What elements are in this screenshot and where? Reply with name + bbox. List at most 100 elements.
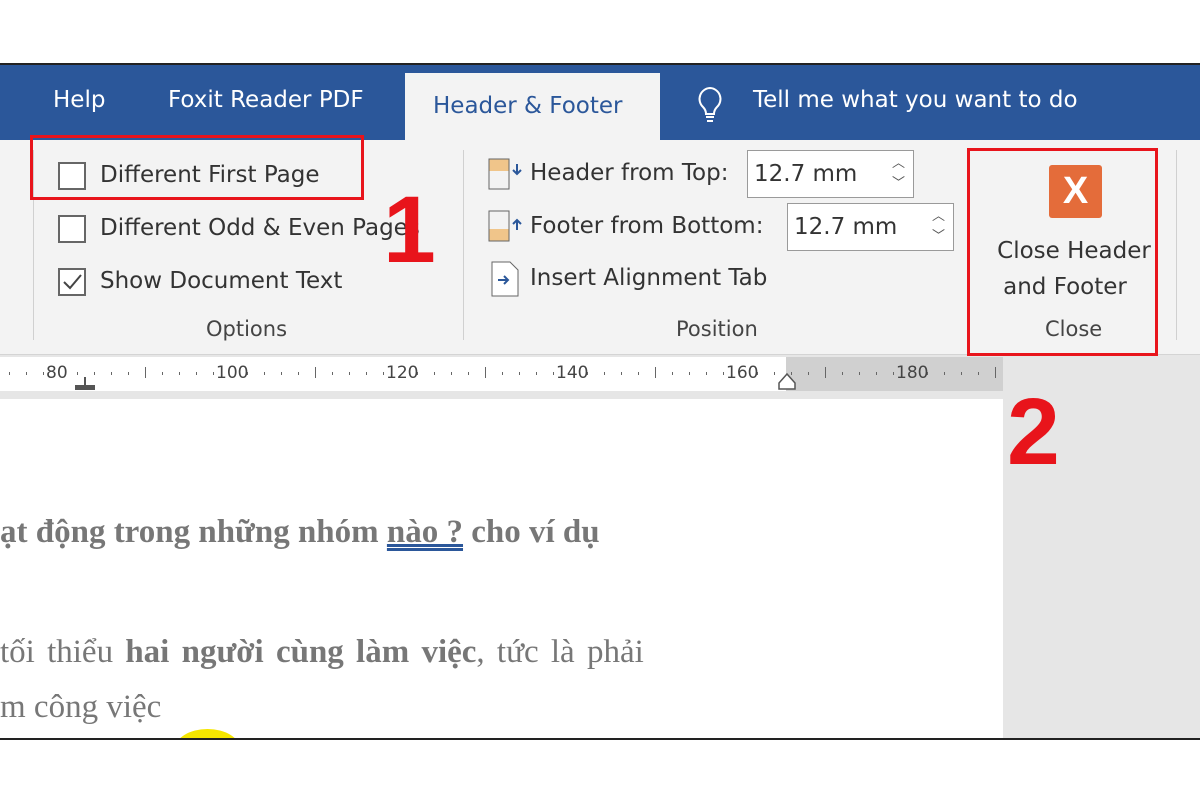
ruler-label: 100 <box>216 363 249 383</box>
header-from-top-label: Header from Top: <box>530 160 729 186</box>
highlight-box-step1 <box>30 135 364 200</box>
ruler-tick <box>978 372 979 375</box>
ruler-tick <box>876 372 877 375</box>
tab-help[interactable]: Help <box>53 87 105 113</box>
right-indent-marker[interactable] <box>777 373 797 391</box>
footer-from-bottom-spinner[interactable]: 12.7 mm ︿ ﹀ <box>787 203 954 251</box>
ruler-label: 80 <box>46 363 68 383</box>
ruler-tick <box>553 372 554 375</box>
ruler-tick <box>706 372 707 375</box>
text-run-bold: hai người cùng làm việc <box>125 634 477 670</box>
ruler-tick <box>519 372 520 375</box>
ruler-tick <box>111 372 112 375</box>
tab-foxit-reader-pdf[interactable]: Foxit Reader PDF <box>168 87 364 113</box>
ruler-label: 120 <box>386 363 419 383</box>
ruler-tick <box>9 372 10 375</box>
ruler-tick <box>213 372 214 375</box>
checkmark-icon <box>63 274 82 290</box>
ruler-tick <box>604 372 605 375</box>
different-odd-even-label[interactable]: Different Odd & Even Pages <box>100 215 420 241</box>
footer-from-bottom-icon <box>488 210 522 242</box>
ruler-tick <box>774 372 775 375</box>
ruler-tick <box>298 372 299 375</box>
ruler-tick <box>723 372 724 375</box>
annotation-step-2: 2 <box>1007 379 1060 485</box>
ruler-tick <box>94 372 95 375</box>
ruler-tick <box>621 372 622 375</box>
ruler-tick <box>162 372 163 375</box>
ruler-tick <box>264 372 265 375</box>
document-line-2: tối thiểu hai người cùng làm việc, tức l… <box>0 634 644 671</box>
ruler-tick <box>689 372 690 375</box>
ruler-tick <box>655 367 656 378</box>
ruler-tick <box>281 372 282 375</box>
ruler-tick <box>536 372 537 375</box>
highlight-box-step2 <box>967 148 1158 356</box>
ruler-tick <box>961 372 962 375</box>
ruler-tick <box>383 372 384 375</box>
spin-up-icon[interactable]: ︿ <box>932 210 945 224</box>
text-run: ạt động trong những nhóm <box>0 514 387 550</box>
footer-from-bottom-value[interactable]: 12.7 mm <box>794 214 897 240</box>
text-run: tối thiểu <box>0 634 126 670</box>
ruler-tick <box>672 372 673 375</box>
ribbon-tab-bar: Help Foxit Reader PDF Header & Footer Te… <box>0 65 1200 143</box>
spin-up-icon[interactable]: ︿ <box>892 157 905 171</box>
ruler-tick <box>434 372 435 375</box>
ruler-tick <box>485 367 486 378</box>
tell-me-search[interactable]: Tell me what you want to do <box>753 87 1078 113</box>
ruler-tick <box>77 372 78 375</box>
ruler-tick <box>825 367 826 378</box>
ruler-tick <box>179 372 180 375</box>
header-from-top-icon <box>488 158 522 190</box>
horizontal-ruler[interactable]: 80 100 120 140 160 180 <box>0 357 1003 391</box>
group-label-options: Options <box>206 317 288 341</box>
tab-header-footer[interactable]: Header & Footer <box>405 73 660 143</box>
ruler-tick <box>366 372 367 375</box>
divider <box>1176 150 1177 340</box>
annotation-step-1: 1 <box>383 177 436 283</box>
ruler-label: 160 <box>726 363 759 383</box>
ruler-tick <box>842 372 843 375</box>
document-line-3: m công việc <box>0 689 162 725</box>
ruler-tick <box>995 367 996 378</box>
footer-from-bottom-label: Footer from Bottom: <box>530 213 764 239</box>
ruler-label: 140 <box>556 363 589 383</box>
group-label-position: Position <box>676 317 758 341</box>
insert-alignment-tab-icon <box>491 261 519 297</box>
ruler-tick <box>43 372 44 375</box>
ruler-tick <box>944 372 945 375</box>
ruler-label: 180 <box>896 363 929 383</box>
ruler-tick <box>468 372 469 375</box>
ruler-tick <box>128 372 129 375</box>
show-document-text-label[interactable]: Show Document Text <box>100 268 342 294</box>
header-from-top-spinner[interactable]: 12.7 mm ︿ ﹀ <box>747 150 914 198</box>
ruler-tick <box>349 372 350 375</box>
ruler-tick <box>502 372 503 375</box>
document-page[interactable]: ạt động trong những nhóm nào ? cho ví dụ… <box>0 399 1003 738</box>
text-run: cho ví dụ <box>463 514 600 550</box>
ruler-tick <box>145 367 146 378</box>
lightbulb-icon <box>698 86 722 122</box>
ruler-tick <box>808 372 809 375</box>
ruler-tick <box>315 367 316 378</box>
spin-down-icon[interactable]: ﹀ <box>932 230 945 244</box>
spin-down-icon[interactable]: ﹀ <box>892 177 905 191</box>
ruler-tick <box>859 372 860 375</box>
ruler-tick <box>196 372 197 375</box>
ruler-tick <box>26 372 27 375</box>
text-run-underlined: nào ? <box>386 514 464 550</box>
tab-stop-marker[interactable] <box>75 377 95 391</box>
ruler-tick <box>893 372 894 375</box>
document-line-1: ạt động trong những nhóm nào ? cho ví dụ <box>0 514 600 551</box>
show-document-text-checkbox[interactable] <box>58 268 86 296</box>
ruler-margin-area <box>786 357 1003 391</box>
text-run: , tức là phải <box>476 634 644 670</box>
ruler-tick <box>451 372 452 375</box>
divider <box>463 150 464 340</box>
ruler-tick <box>638 372 639 375</box>
different-odd-even-checkbox[interactable] <box>58 215 86 243</box>
cursor-highlight <box>175 729 240 738</box>
insert-alignment-tab-button[interactable]: Insert Alignment Tab <box>530 265 767 291</box>
header-from-top-value[interactable]: 12.7 mm <box>754 161 857 187</box>
